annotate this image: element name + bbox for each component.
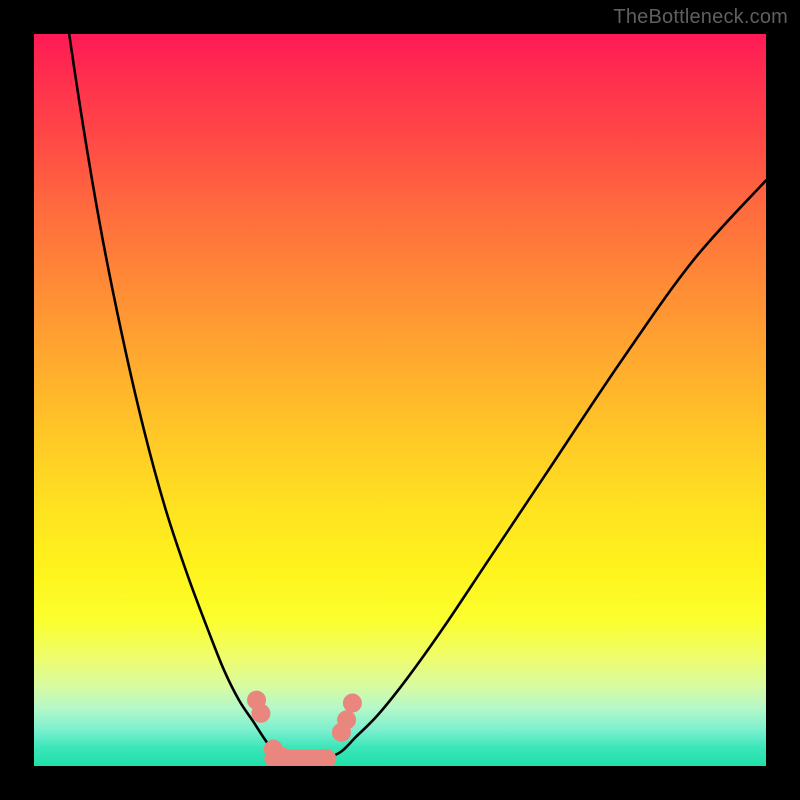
- outer-frame: TheBottleneck.com: [0, 0, 800, 800]
- watermark-text: TheBottleneck.com: [613, 6, 788, 29]
- plot-gradient-background: [34, 34, 766, 766]
